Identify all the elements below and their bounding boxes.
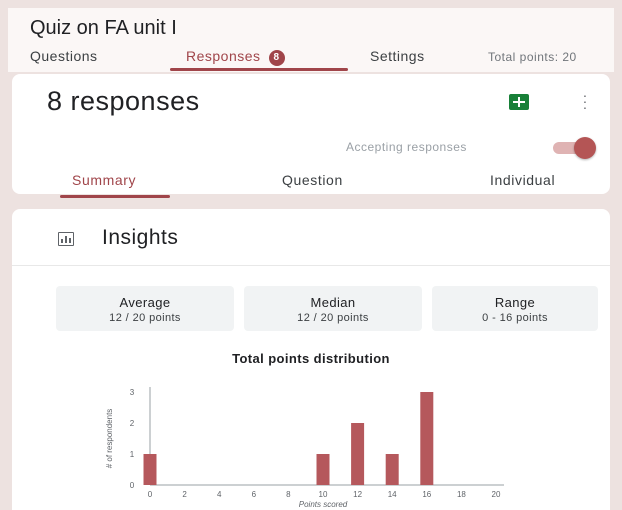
responses-count-badge: 8 [268,50,285,66]
points-distribution-chart: 01230 2 4 6 8 10 12 14 16 18 20Points scored# of r… [105,387,504,509]
tab-questions-label: Questions [30,48,98,64]
bar [316,454,330,485]
accepting-responses-label: Accepting responses [346,140,467,154]
x-tick-label: 14 [388,490,397,499]
tab-responses[interactable]: Responses 8 [186,48,285,66]
stat-range: Range 0 - 16 points [432,286,598,331]
sheets-icon[interactable] [509,94,529,110]
x-tick-label: 0 [148,490,153,499]
insights-divider [12,265,610,266]
stat-average: Average 12 / 20 points [56,286,234,331]
tab-questions[interactable]: Questions [30,48,98,64]
bar [351,423,365,485]
bar [420,392,434,485]
insights-title: Insights [102,226,179,249]
responses-count-title: 8 responses [47,86,200,116]
y-tick-label: 3 [130,388,135,397]
x-tick-label: 6 [252,490,257,499]
stat-median-label: Median [310,295,356,310]
subtab-individual[interactable]: Individual [490,172,555,188]
form-header: Quiz on FA unit I Questions Responses 8 S… [8,8,614,72]
x-tick-label: 2 [182,490,187,499]
stat-median: Median 12 / 20 points [244,286,422,331]
total-points: Total points: 20 [488,50,577,64]
tab-settings[interactable]: Settings [370,48,425,64]
tab-settings-label: Settings [370,48,425,64]
stat-median-value: 12 / 20 points [297,312,369,324]
insights-chart-icon [58,232,74,246]
stat-range-label: Range [494,295,536,310]
subtab-question[interactable]: Question [282,172,343,188]
y-tick-label: 1 [130,450,135,459]
form-tabs: Questions Responses 8 Settings Total poin… [8,48,614,72]
stat-range-value: 0 - 16 points [482,312,548,324]
toggle-thumb[interactable] [574,137,596,159]
x-tick-label: 12 [353,490,362,499]
bar [143,454,157,485]
active-tab-indicator [170,68,348,71]
app-frame: Quiz on FA unit I Questions Responses 8 S… [8,8,614,510]
active-subtab-indicator [60,195,170,198]
y-axis-label: # of respondents [105,409,114,469]
x-axis-label: Points scored [299,500,348,509]
insights-card: Insights Average 12 / 20 points Median 1… [12,209,610,510]
x-tick-label: 4 [217,490,222,499]
y-tick-label: 2 [130,419,135,428]
stat-average-label: Average [119,295,171,310]
x-tick-label: 20 [492,490,501,499]
bar [385,454,399,485]
tab-responses-label: Responses [186,48,261,64]
x-tick-label: 16 [422,490,431,499]
stat-average-value: 12 / 20 points [109,312,181,324]
more-vert-icon[interactable]: · · · [580,88,590,114]
x-tick-label: 10 [319,490,328,499]
x-tick-label: 8 [286,490,291,499]
subtab-summary[interactable]: Summary [72,172,136,188]
responses-card: 8 responses · · · Accepting responses Summ… [12,74,610,198]
form-title: Quiz on FA unit I [30,17,177,39]
x-tick-label: 18 [457,490,466,499]
y-tick-label: 0 [130,481,135,490]
